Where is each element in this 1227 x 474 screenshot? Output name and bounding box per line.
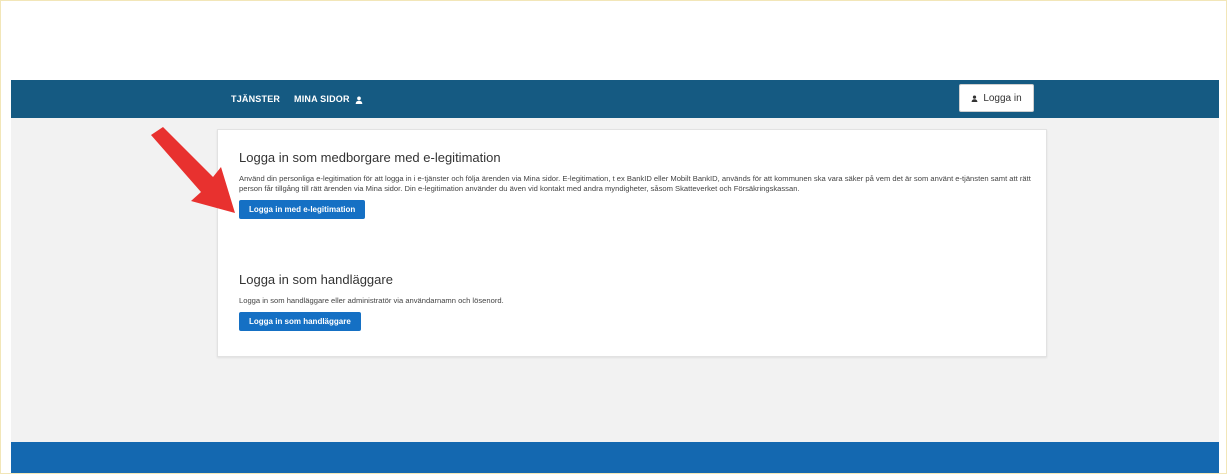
login-button[interactable]: Logga in (959, 84, 1034, 112)
officer-login-description: Logga in som handläggare eller administr… (239, 296, 504, 305)
citizen-login-section: Logga in som medborgare med e-legitimati… (239, 150, 1039, 219)
login-button-label: Logga in (983, 92, 1022, 104)
officer-login-title: Logga in som handläggare (239, 272, 393, 287)
citizen-login-description: Använd din personliga e-legitimation för… (239, 174, 1031, 193)
nav-mina-sidor-label: MINA SIDOR (294, 94, 350, 104)
e-legitimation-login-button[interactable]: Logga in med e-legitimation (239, 200, 366, 219)
red-arrow-icon (151, 127, 235, 213)
officer-login-button[interactable]: Logga in som handläggare (239, 312, 361, 331)
page-frame: TJÄNSTER MINA SIDOR Logga in Logga in so… (0, 0, 1227, 474)
user-icon (971, 94, 978, 102)
officer-login-section: Logga in som handläggare Logga in som ha… (239, 272, 1039, 331)
citizen-login-title: Logga in som medborgare med e-legitimati… (239, 150, 501, 165)
nav-mina-sidor-link[interactable]: MINA SIDOR (294, 80, 363, 118)
login-card: Logga in som medborgare med e-legitimati… (217, 129, 1047, 357)
nav-tjanster-label: TJÄNSTER (231, 94, 281, 104)
top-header-area (11, 1, 1219, 80)
page-footer (11, 442, 1219, 473)
main-navbar: TJÄNSTER MINA SIDOR Logga in (11, 80, 1219, 118)
nav-tjanster-link[interactable]: TJÄNSTER (231, 80, 280, 118)
user-icon (356, 96, 363, 104)
